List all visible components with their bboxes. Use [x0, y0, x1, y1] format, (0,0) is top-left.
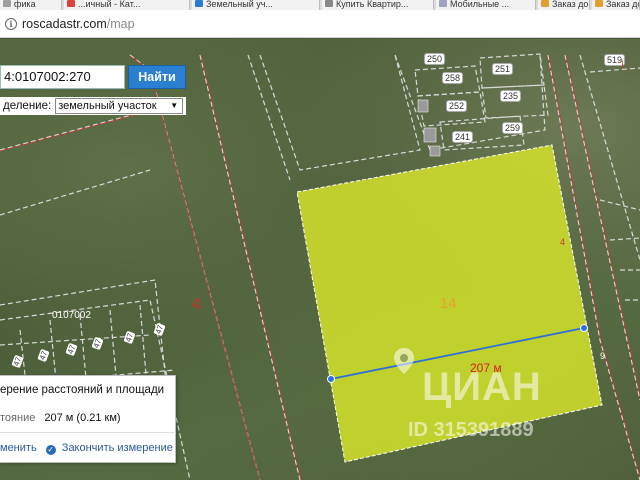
- browser-tab-3[interactable]: Земельный уч...: [192, 0, 320, 10]
- tab-title: Мобильные ...: [450, 0, 510, 9]
- change-measure-link[interactable]: менить: [0, 442, 37, 454]
- url-text[interactable]: roscadastr.com/map: [22, 17, 135, 31]
- plot-number: 9: [600, 351, 606, 361]
- tab-title: Заказ документ...: [552, 0, 589, 9]
- block-number: 4: [192, 296, 201, 313]
- tab-title: ...ичный - Кат...: [78, 0, 141, 9]
- tab-favicon-icon: [325, 0, 333, 7]
- browser-tab-1[interactable]: фика: [0, 0, 62, 10]
- measure-distance-label: тояние: [0, 412, 36, 424]
- browser-tab-4[interactable]: Купить Квартир...: [322, 0, 434, 10]
- tab-favicon-icon: [3, 0, 11, 7]
- layer-dropdown[interactable]: земельный участок ▼: [55, 98, 184, 114]
- measure-distance-row: тояние 207 м (0.21 км): [0, 412, 121, 424]
- plot-number: 250: [424, 53, 446, 65]
- layer-selector-row: деление: земельный участок ▼: [0, 97, 187, 115]
- plot-number: 241: [452, 131, 474, 143]
- browser-tab-7[interactable]: Заказ документ...: [592, 0, 640, 10]
- browser-tab-5[interactable]: Мобильные ...: [436, 0, 536, 10]
- plot-number: 252: [446, 100, 468, 112]
- measure-actions: менить ✓ Закончить измерение: [0, 442, 173, 455]
- watermark-location-icon: [393, 347, 415, 375]
- measure-start-handle[interactable]: [327, 375, 335, 383]
- check-icon: ✓: [45, 445, 56, 455]
- parcel-number: 14: [440, 295, 457, 312]
- info-icon[interactable]: i: [5, 18, 17, 30]
- browser-tab-2[interactable]: ...ичный - Кат...: [64, 0, 190, 10]
- measure-distance-value: 207 м (0.21 км): [44, 412, 121, 424]
- url-domain: roscadastr.com: [22, 17, 107, 31]
- layer-dropdown-value: земельный участок: [58, 100, 157, 112]
- tab-title: Земельный уч...: [206, 0, 273, 9]
- find-button[interactable]: Найти: [128, 65, 186, 89]
- url-path: /map: [106, 17, 135, 31]
- tab-favicon-icon: [541, 0, 549, 7]
- chevron-down-icon: ▼: [170, 101, 179, 110]
- search-panel: 4:0107002:270 Найти деление: земельный у…: [0, 65, 190, 161]
- address-bar[interactable]: i roscadastr.com/map: [0, 10, 640, 38]
- plot-number: 258: [442, 72, 464, 84]
- plot-number: 251: [492, 63, 514, 75]
- plot-number: 235: [500, 90, 522, 102]
- measure-divider: [0, 432, 176, 433]
- plot-number: 259: [502, 122, 524, 134]
- tab-favicon-icon: [195, 0, 203, 7]
- tab-favicon-icon: [595, 0, 603, 7]
- browser-tab-strip: фика ...ичный - Кат... Земельный уч... К…: [0, 0, 640, 10]
- cadastral-map[interactable]: 250 258 251 252 235 241 259 519 47 47 47…: [0, 39, 640, 480]
- plot-number: 4: [560, 237, 566, 247]
- block-label: 0107002: [52, 310, 91, 321]
- measure-panel: ерение расстояний и площади тояние 207 м…: [0, 375, 176, 463]
- plot-number: 1: [620, 59, 626, 69]
- watermark-brand: ЦИАН: [422, 365, 542, 409]
- tab-title: Купить Квартир...: [336, 0, 409, 9]
- tab-title: фика: [14, 0, 36, 9]
- tab-title: Заказ документ...: [606, 0, 639, 9]
- watermark-id: ID 315391889: [408, 419, 534, 441]
- layer-label: деление:: [3, 100, 52, 112]
- browser-tab-6[interactable]: Заказ документ...: [538, 0, 590, 10]
- tab-favicon-icon: [67, 0, 75, 7]
- finish-measure-link[interactable]: Закончить измерение: [62, 442, 173, 454]
- measure-title: ерение расстояний и площади: [0, 384, 165, 396]
- cadastral-search-input[interactable]: 4:0107002:270: [0, 65, 125, 89]
- tab-favicon-icon: [439, 0, 447, 7]
- measure-end-handle[interactable]: [580, 324, 588, 332]
